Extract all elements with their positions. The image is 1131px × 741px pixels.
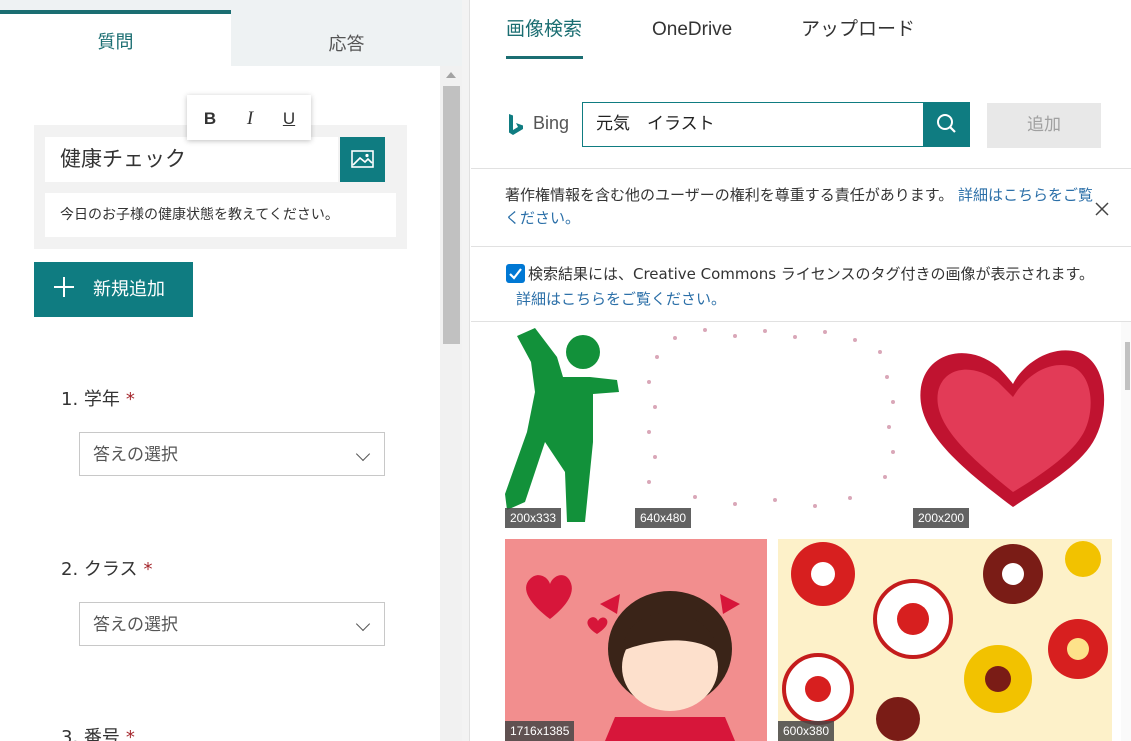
dotted-frame-image-icon [647, 328, 895, 508]
tab-strip-background [231, 0, 462, 10]
add-image-button[interactable]: 追加 [987, 103, 1101, 148]
answer-select[interactable]: 答えの選択 [79, 432, 385, 476]
form-description-input[interactable]: 今日のお子様の健康状態を教えてください。 [45, 193, 396, 237]
question-title-text: 2. クラス [61, 559, 138, 580]
insert-image-pane: 画像検索 OneDrive アップロード Bing 元気 イラスト 追加 著作権… [471, 0, 1131, 741]
search-provider-label: Bing [533, 113, 570, 133]
text-format-toolbar: B I U [187, 95, 311, 140]
search-result-image[interactable]: 200x333 [505, 322, 629, 528]
copyright-notice-text: 著作権情報を含む他のユーザーの権利を尊重する責任があります。 [505, 186, 954, 204]
image-size-badge: 600x380 [778, 721, 835, 741]
copyright-notice: 著作権情報を含む他のユーザーの権利を尊重する責任があります。 詳細はこちらをご覧… [505, 184, 1095, 230]
italic-button[interactable]: I [230, 95, 270, 140]
creative-commons-details-link[interactable]: 詳細はこちらをご覧ください。 [516, 288, 726, 310]
creative-commons-text: 検索結果には、Creative Commons ライセンスのタグ付きの画像が表示… [528, 265, 1094, 283]
active-tab-indicator [506, 56, 583, 59]
add-new-button[interactable]: 新規追加 [34, 262, 193, 317]
running-person-image-icon [505, 328, 619, 522]
answer-select-placeholder: 答えの選択 [93, 615, 178, 635]
creative-commons-checkbox[interactable] [506, 264, 525, 283]
form-editor-pane: 質問 応答 健康チェック 今日のお子様の健康状態を教えてください。 B I U … [0, 0, 470, 741]
tab-image-search[interactable]: 画像検索 [506, 14, 582, 41]
question-title-text: 3. 番号 [61, 727, 120, 741]
heart-genki-image-icon [920, 350, 1105, 507]
add-new-label: 新規追加 [93, 279, 165, 300]
image-size-badge: 640x480 [635, 508, 692, 528]
required-mark: * [125, 727, 135, 741]
image-search-input[interactable]: 元気 イラスト [582, 102, 924, 147]
image-icon [351, 150, 374, 168]
image-size-badge: 200x200 [913, 508, 970, 528]
checkmark-icon [509, 268, 522, 280]
search-icon [937, 114, 956, 133]
close-icon[interactable] [1093, 200, 1111, 218]
answer-select[interactable]: 答えの選択 [79, 602, 385, 646]
image-size-badge: 1716x1385 [505, 721, 575, 741]
plus-icon [54, 277, 74, 297]
bold-button[interactable]: B [190, 95, 230, 140]
image-size-badge: 200x333 [505, 508, 562, 528]
answer-select-placeholder: 答えの選択 [93, 445, 178, 465]
pane-divider [462, 0, 470, 741]
search-button[interactable] [924, 102, 970, 147]
tab-questions[interactable]: 質問 [0, 10, 231, 66]
divider [471, 246, 1131, 247]
search-result-image[interactable]: 640x480 [635, 322, 911, 528]
chevron-down-icon [355, 446, 371, 462]
required-mark: * [143, 559, 153, 580]
flower-pattern-image-icon [782, 541, 1108, 741]
required-mark: * [125, 389, 135, 410]
scrollbar-thumb[interactable] [443, 86, 460, 344]
insert-image-button[interactable] [340, 137, 385, 182]
underline-button[interactable]: U [269, 95, 309, 140]
tab-strip-background [0, 0, 231, 10]
divider [471, 168, 1131, 169]
scrollbar-thumb[interactable] [1125, 342, 1130, 390]
question-title: 1. 学年 * [61, 385, 135, 411]
tab-upload[interactable]: アップロード [801, 14, 915, 41]
editor-tabs: 質問 応答 [0, 10, 462, 66]
search-result-image[interactable]: 600x380 [778, 539, 1112, 741]
girl-thumbs-up-image-icon [526, 575, 740, 741]
scroll-up-arrow-icon[interactable] [446, 72, 456, 78]
question-title-text: 1. 学年 [61, 389, 120, 410]
chevron-down-icon [355, 616, 371, 632]
tab-responses[interactable]: 応答 [231, 10, 462, 66]
search-result-image[interactable]: 200x200 [913, 322, 1113, 528]
tab-onedrive[interactable]: OneDrive [652, 19, 732, 41]
question-title: 2. クラス * [61, 555, 153, 581]
search-result-image[interactable]: 1716x1385 [505, 539, 767, 741]
question-title: 3. 番号 * [61, 723, 135, 741]
bing-logo-icon [509, 114, 523, 135]
form-title-input[interactable]: 健康チェック [45, 137, 338, 182]
